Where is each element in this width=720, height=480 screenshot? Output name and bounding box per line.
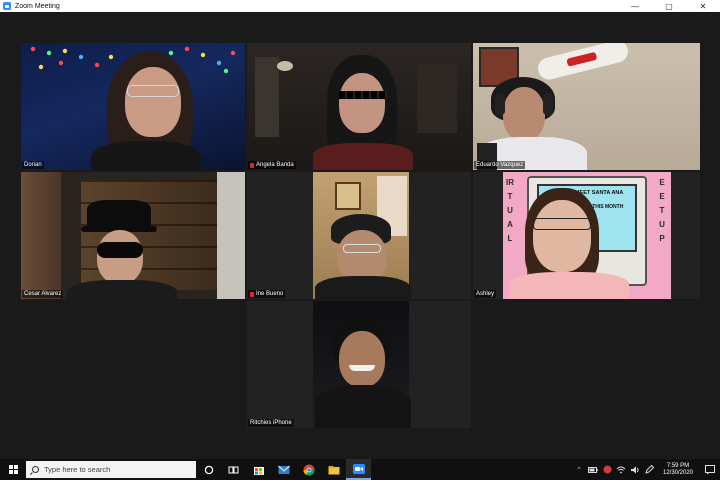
eye-mask bbox=[97, 242, 143, 258]
search-input[interactable] bbox=[44, 465, 184, 474]
zoom-app-button[interactable] bbox=[346, 459, 371, 480]
show-hidden-icons-button[interactable]: ⌃ bbox=[572, 459, 586, 480]
task-view-button[interactable] bbox=[196, 459, 221, 480]
background-side-text-left: IRTUAL bbox=[506, 178, 514, 243]
store-bag-icon bbox=[253, 467, 264, 475]
taskbar-search-box[interactable] bbox=[26, 461, 196, 478]
system-tray: ⌃ 7:59 PM 12/30/2020 bbox=[572, 459, 720, 480]
zoom-app-icon bbox=[3, 2, 11, 10]
volume-button[interactable] bbox=[628, 459, 642, 480]
participant-name-tag: Ine Bueno bbox=[248, 290, 286, 298]
participant-name-tag: Ritchies iPhone bbox=[248, 419, 294, 427]
participant-video bbox=[247, 43, 471, 170]
participant-name: Eduardo Vazquez bbox=[476, 162, 524, 168]
task-view-icon bbox=[228, 466, 239, 473]
participant-name: Ine Bueno bbox=[256, 291, 284, 297]
antivirus-tray-button[interactable] bbox=[600, 459, 614, 480]
battery-icon bbox=[588, 466, 598, 473]
search-icon bbox=[32, 466, 39, 473]
battery-button[interactable] bbox=[586, 459, 600, 480]
wifi-icon bbox=[616, 466, 626, 473]
pen-icon bbox=[644, 465, 654, 474]
windows-taskbar: ⌃ 7:59 PM 12/30/2020 bbox=[0, 459, 720, 480]
speaker-icon bbox=[631, 466, 639, 473]
chrome-app-button[interactable] bbox=[296, 459, 321, 480]
close-button[interactable]: ✕ bbox=[686, 0, 720, 12]
participant-tile-dorian[interactable]: Dorian bbox=[21, 43, 245, 170]
skateboard-decor bbox=[535, 43, 631, 82]
mail-app-button[interactable] bbox=[271, 459, 296, 480]
window-controls: — ▢ ✕ bbox=[618, 0, 720, 12]
participant-name: Dorian bbox=[24, 162, 42, 168]
file-explorer-button[interactable] bbox=[321, 459, 346, 480]
participant-name-tag: Angela Banda bbox=[248, 161, 296, 169]
participant-tile-ine-bueno[interactable]: Ine Bueno bbox=[247, 172, 471, 299]
zoom-camera-icon bbox=[352, 463, 365, 474]
participant-name-tag: Dorian bbox=[22, 161, 44, 169]
clock-time: 7:59 PM bbox=[666, 462, 690, 469]
windows-logo-icon bbox=[8, 465, 18, 474]
background-side-text-right: EET UP bbox=[659, 178, 665, 243]
participant-name-tag: Cesar Alvarez bbox=[22, 290, 64, 298]
participant-name-tag: Eduardo Vazquez bbox=[474, 161, 526, 169]
muted-mic-icon bbox=[250, 291, 254, 297]
participant-tile-ritchies-iphone[interactable]: Ritchies iPhone bbox=[247, 301, 471, 428]
participant-video: IRTUAL EET UP MEET SANTA ANA LY THIS MON… bbox=[473, 172, 700, 299]
participant-video bbox=[247, 172, 471, 299]
participant-video bbox=[21, 172, 245, 299]
cortana-ring-icon bbox=[204, 465, 213, 474]
task-view-button-2[interactable] bbox=[221, 459, 246, 480]
participant-video bbox=[21, 43, 245, 170]
shield-icon bbox=[603, 465, 611, 474]
participant-video bbox=[247, 301, 471, 428]
taskbar-clock[interactable]: 7:59 PM 12/30/2020 bbox=[656, 463, 700, 477]
muted-mic-icon bbox=[250, 162, 254, 168]
gallery-view: Dorian Angela Banda Eduardo Vazquez Cesa… bbox=[0, 12, 720, 459]
participant-tile-angela-banda[interactable]: Angela Banda bbox=[247, 43, 471, 170]
store-app-button[interactable] bbox=[246, 459, 271, 480]
participant-name: Angela Banda bbox=[256, 162, 294, 168]
participant-tile-eduardo-vazquez[interactable]: Eduardo Vazquez bbox=[473, 43, 700, 170]
notification-icon bbox=[705, 464, 715, 474]
maximize-button[interactable]: ▢ bbox=[652, 0, 686, 12]
mail-icon bbox=[277, 465, 290, 474]
minimize-button[interactable]: — bbox=[618, 0, 652, 12]
action-center-button[interactable] bbox=[700, 459, 720, 480]
participant-name-tag: Ashley bbox=[474, 290, 497, 298]
participant-name: Ritchies iPhone bbox=[250, 420, 292, 426]
participant-tile-cesar-alvarez[interactable]: Cesar Alvarez bbox=[21, 172, 245, 299]
participant-name: Cesar Alvarez bbox=[24, 291, 62, 297]
wall-picture bbox=[335, 182, 361, 210]
folder-icon bbox=[328, 465, 339, 474]
participant-tile-ashley[interactable]: IRTUAL EET UP MEET SANTA ANA LY THIS MON… bbox=[473, 172, 700, 299]
window-title: Zoom Meeting bbox=[15, 2, 60, 10]
participant-video bbox=[473, 43, 700, 170]
pixel-sunglasses bbox=[339, 91, 387, 99]
window-titlebar: Zoom Meeting — ▢ ✕ bbox=[0, 0, 720, 12]
chevron-up-icon: ⌃ bbox=[576, 466, 582, 474]
network-button[interactable] bbox=[614, 459, 628, 480]
participant-name: Ashley bbox=[476, 291, 495, 297]
clock-date: 12/30/2020 bbox=[662, 469, 694, 476]
pen-workspace-button[interactable] bbox=[642, 459, 656, 480]
start-button[interactable] bbox=[0, 459, 26, 480]
chrome-icon bbox=[302, 464, 315, 476]
